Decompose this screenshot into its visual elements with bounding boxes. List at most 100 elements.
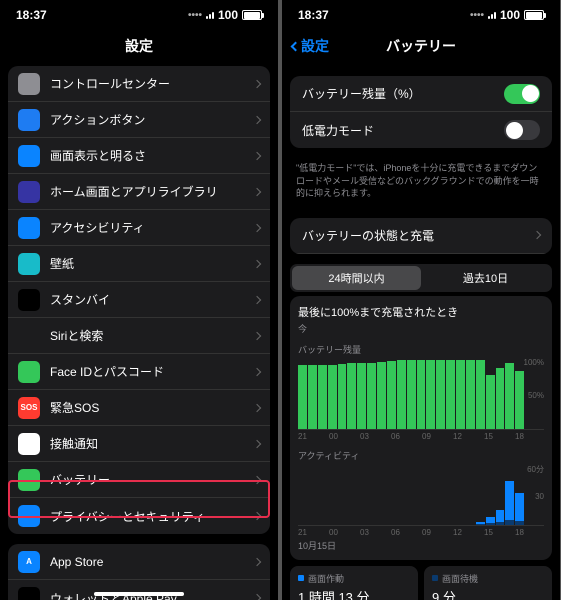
toggle-label: 低電力モード [302,122,374,139]
home-indicator [94,592,184,596]
usage-cell: 画面作動1 時間 13 分 [290,566,418,600]
row-icon [18,181,40,203]
settings-row[interactable]: バッテリー [8,462,270,498]
row-icon [18,325,40,347]
settings-row[interactable]: スタンバイ [8,282,270,318]
row-label: コントロールセンター [50,75,244,92]
row-label: プライバシーとセキュリティ [50,508,244,525]
toggle-switch[interactable] [504,84,540,104]
battery-screen: 18:37 •••• 100 設定 バッテリー バッテリー残量（%） 低電力モード… [282,0,560,600]
battery-health-row[interactable]: バッテリーの状態と充電 [290,218,552,254]
battery-icon [524,10,544,20]
settings-row[interactable]: アクセシビリティ [8,210,270,246]
date-label: 10月15日 [298,539,544,552]
wifi-icon [206,12,214,19]
row-label: 接触通知 [50,435,244,452]
toggle-row: 低電力モード [290,112,552,148]
settings-row[interactable]: 壁紙 [8,246,270,282]
row-icon [18,469,40,491]
row-icon [18,289,40,311]
chevron-right-icon [253,403,261,411]
status-battery-pct: 100 [218,8,238,22]
settings-row[interactable]: ホーム画面とアプリライブラリ [8,174,270,210]
low-power-footnote: "低電力モード"では、iPhoneを十分に充電できるまでダウンロードやメール受信… [282,158,560,208]
toggle-row: バッテリー残量（%） [290,76,552,112]
settings-row[interactable]: 接触通知 [8,426,270,462]
chevron-right-icon [253,331,261,339]
row-label: 壁紙 [50,255,244,272]
back-button[interactable]: 設定 [292,36,329,56]
chevron-right-icon [253,259,261,267]
chart-container: 最後に100%まで充電されたとき 今 バッテリー残量 100% 50% 2100… [290,296,552,560]
row-icon [18,587,40,600]
row-label: App Store [50,555,244,569]
settings-row[interactable]: アクションボタン [8,102,270,138]
status-time: 18:37 [16,8,47,22]
chevron-right-icon [253,115,261,123]
settings-row[interactable]: コントロールセンター [8,66,270,102]
toggle-group: バッテリー残量（%） 低電力モード [290,76,552,148]
row-icon [18,253,40,275]
settings-row[interactable]: ウォレットとApple Pay [8,580,270,600]
chevron-right-icon [253,594,261,600]
settings-group-main: コントロールセンターアクションボタン画面表示と明るさホーム画面とアプリライブラリ… [8,66,270,534]
battery-level-label: バッテリー残量 [298,343,544,356]
chevron-right-icon [253,557,261,565]
toggle-label: バッテリー残量（%） [302,85,421,102]
settings-row[interactable]: Face IDとパスコード [8,354,270,390]
status-time: 18:37 [298,8,329,22]
chevron-right-icon [253,439,261,447]
chevron-right-icon [253,475,261,483]
activity-chart: 60分 30 [298,466,544,526]
row-label: 緊急SOS [50,399,244,416]
settings-screen: 18:37 •••• 100 設定 コントロールセンターアクションボタン画面表示… [0,0,278,600]
settings-row[interactable]: A App Store [8,544,270,580]
last-charge-title: 最後に100%まで充電されたとき [298,304,544,320]
row-icon [18,433,40,455]
settings-row[interactable]: SOS 緊急SOS [8,390,270,426]
row-icon [18,505,40,527]
row-label: バッテリー [50,471,244,488]
chevron-right-icon [253,79,261,87]
row-label: アクセシビリティ [50,219,244,236]
battery-level-chart: 100% 50% [298,360,544,430]
segment-10d[interactable]: 過去10日 [421,266,550,290]
row-icon: SOS [18,397,40,419]
row-icon [18,145,40,167]
row-label: 画面表示と明るさ [50,147,244,164]
settings-row[interactable]: プライバシーとセキュリティ [8,498,270,534]
toggle-switch[interactable] [504,120,540,140]
row-label: スタンバイ [50,291,244,308]
row-icon [18,109,40,131]
usage-summary: 画面作動1 時間 13 分画面待機9 分 [290,566,552,600]
row-label: アクションボタン [50,111,244,128]
status-battery-pct: 100 [500,8,520,22]
chevron-right-icon [253,512,261,520]
usage-cell: 画面待機9 分 [424,566,552,600]
page-title: バッテリー [386,38,456,54]
row-icon [18,361,40,383]
chevron-right-icon [533,231,541,239]
time-range-segment[interactable]: 24時間以内 過去10日 [290,264,552,292]
status-bar: 18:37 •••• 100 [282,0,560,30]
chevron-right-icon [253,367,261,375]
wifi-icon [488,12,496,19]
row-icon [18,73,40,95]
row-icon: A [18,551,40,573]
status-bar: 18:37 •••• 100 [0,0,278,30]
chevron-left-icon [291,41,301,51]
settings-row[interactable]: 画面表示と明るさ [8,138,270,174]
chevron-right-icon [253,187,261,195]
chevron-right-icon [253,223,261,231]
battery-health-group: バッテリーの状態と充電 [290,218,552,254]
page-title: 設定 [0,30,278,66]
activity-label: アクティビティ [298,449,544,462]
chevron-right-icon [253,295,261,303]
last-charge-sub: 今 [298,322,544,335]
row-label: Face IDとパスコード [50,363,244,380]
segment-24h[interactable]: 24時間以内 [292,266,421,290]
row-icon [18,217,40,239]
row-label: ホーム画面とアプリライブラリ [50,183,244,200]
settings-row[interactable]: Siriと検索 [8,318,270,354]
chevron-right-icon [253,151,261,159]
